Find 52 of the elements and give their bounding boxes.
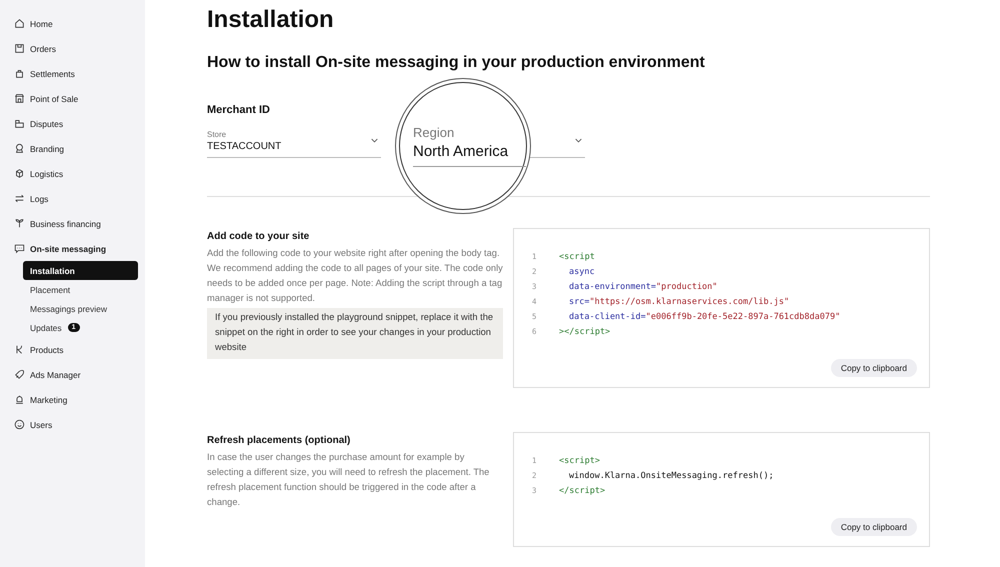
nav-item[interactable]: Home xyxy=(0,11,145,36)
region-select[interactable]: Region North America xyxy=(413,125,526,167)
k-icon xyxy=(14,344,25,355)
store-select[interactable]: Store TESTACCOUNT xyxy=(207,130,381,158)
box-icon xyxy=(14,168,25,179)
nav-item[interactable]: Orders xyxy=(0,36,145,61)
code-line: ></script> xyxy=(559,326,610,336)
nav-item[interactable]: Point of Sale xyxy=(0,86,145,111)
page-subtitle: How to install On-site messaging in your production environment xyxy=(207,54,706,72)
copy-button[interactable]: Copy to clipboard xyxy=(830,518,917,536)
chevron-icon[interactable] xyxy=(575,138,582,143)
code-line: src="https://osm.klarnaservices.com/lib.js" xyxy=(568,296,790,306)
arrows-icon xyxy=(14,193,25,204)
nav-item[interactable]: Products xyxy=(0,337,145,362)
code-line: </script> xyxy=(559,486,606,496)
nav-item[interactable]: Business financing xyxy=(0,211,145,236)
bell-icon xyxy=(14,394,25,405)
code-line: <script xyxy=(559,252,595,262)
smiley-icon xyxy=(14,419,25,430)
copy-button[interactable]: Copy to clipboard xyxy=(830,359,917,377)
nav-subitem[interactable]: Installation xyxy=(23,261,138,280)
chevron-icon xyxy=(371,138,378,143)
description-text: In case the user changes the purchase amount for example by selecting a different size, you will need to refresh the placement. The refresh placement function should be triggered in the code after a change. xyxy=(207,451,490,509)
receipt-icon xyxy=(14,43,25,54)
folder-icon xyxy=(14,118,25,129)
code-line: <script> xyxy=(559,456,600,466)
nav-item[interactable]: On-site messaging xyxy=(0,236,145,261)
chat-icon xyxy=(14,243,25,254)
nav-item[interactable]: Logs xyxy=(0,186,145,211)
description-text: Add the following code to your website right after opening the body tag. We recommend adding the code to all pages of your site. The code only needs to be added once per page. Note: Adding the script through a tag manager is not supported. xyxy=(207,247,503,305)
bag-icon xyxy=(14,68,25,79)
nav-item[interactable]: Logistics xyxy=(0,161,145,186)
nav-item[interactable]: Branding xyxy=(0,136,145,161)
nav-item[interactable]: Settlements xyxy=(0,61,145,86)
home-icon xyxy=(14,18,25,29)
section-heading: Merchant ID xyxy=(207,104,271,116)
nav-item[interactable]: Ads Manager xyxy=(0,362,145,387)
code-line: async xyxy=(568,266,595,276)
nav-subitem[interactable]: Placement xyxy=(23,280,138,299)
info-note: If you previously installed the playground snippet, replace it with the snippet on the right in order to see your changes in your production website xyxy=(207,308,503,359)
section-heading: Refresh placements (optional) xyxy=(207,435,352,446)
page-title: Installation xyxy=(207,5,335,35)
plant-icon xyxy=(14,218,25,229)
code-line: data-client-id="e006ff9b-20fe-5e22-897a-761cdb8da079" xyxy=(568,312,840,322)
nav-item[interactable]: Disputes xyxy=(0,111,145,136)
storefront-icon xyxy=(14,93,25,104)
nav-item[interactable]: Marketing xyxy=(0,387,145,412)
nav-item[interactable]: Users xyxy=(0,412,145,437)
code-line: data-environment="production" xyxy=(568,282,718,292)
code-line: window.Klarna.OnsiteMessaging.refresh(); xyxy=(568,470,774,480)
section-heading: Add code to your site xyxy=(207,231,310,242)
nav-subitem[interactable]: Messagings preview xyxy=(23,299,138,318)
